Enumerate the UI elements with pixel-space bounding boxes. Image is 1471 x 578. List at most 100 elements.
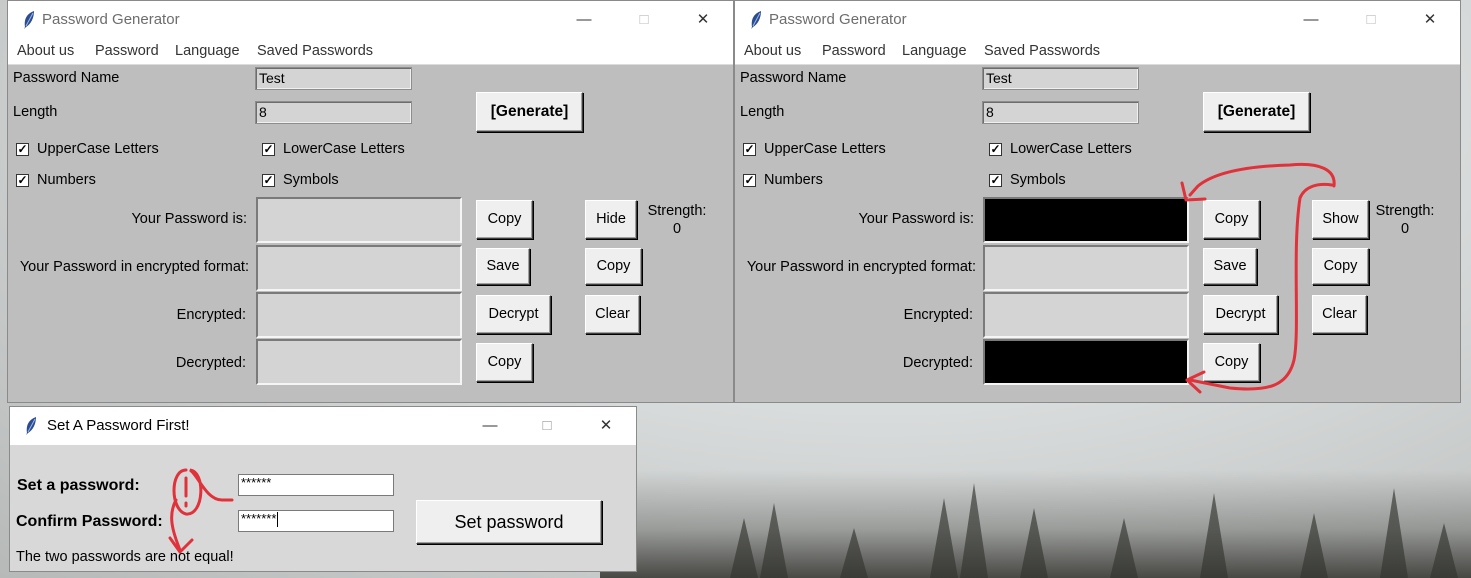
your-password-label: Your Password is: [131, 211, 247, 227]
password-name-field[interactable]: Test [982, 67, 1139, 90]
encrypted-format-field[interactable] [983, 245, 1189, 291]
close-button[interactable]: ✕ [680, 1, 726, 39]
menu-language[interactable]: Language [175, 43, 240, 59]
length-field[interactable]: 8 [982, 101, 1139, 124]
set-password-label: Set a password: [17, 477, 140, 494]
uppercase-checkbox[interactable]: ✓ [16, 143, 29, 156]
encrypted-field[interactable] [983, 292, 1189, 338]
numbers-label: Numbers [37, 172, 96, 188]
confirm-password-value: ******* [241, 511, 277, 526]
password-name-label: Password Name [740, 70, 847, 86]
maximize-button[interactable]: □ [524, 407, 570, 445]
strength-label: Strength: [647, 203, 707, 219]
title-bar: Password Generator — □ ✕ [735, 1, 1460, 39]
lowercase-checkbox[interactable]: ✓ [989, 143, 1002, 156]
menu-bar: About us Password Language Saved Passwor… [735, 39, 1460, 65]
clear-button[interactable]: Clear [585, 295, 640, 334]
uppercase-label: UpperCase Letters [764, 141, 886, 157]
set-password-button[interactable]: Set password [416, 500, 602, 544]
minimize-button[interactable]: — [561, 1, 607, 39]
strength-label: Strength: [1375, 203, 1435, 219]
decrypted-label: Decrypted: [902, 355, 973, 371]
strength-value: 0 [1400, 221, 1410, 237]
menu-bar: About us Password Language Saved Passwor… [8, 39, 733, 65]
hide-button[interactable]: Hide [585, 200, 637, 239]
numbers-checkbox[interactable]: ✓ [16, 174, 29, 187]
password-generator-window-1: Password Generator — □ ✕ About us Passwo… [7, 0, 734, 403]
encrypted-field[interactable] [256, 292, 462, 338]
show-button[interactable]: Show [1312, 200, 1369, 239]
copy-decrypted-button[interactable]: Copy [1203, 343, 1260, 382]
close-button[interactable]: ✕ [1407, 1, 1453, 39]
copy-password-button[interactable]: Copy [476, 200, 533, 239]
uppercase-checkbox[interactable]: ✓ [743, 143, 756, 156]
save-button[interactable]: Save [1203, 248, 1257, 285]
menu-password[interactable]: Password [822, 43, 886, 59]
lowercase-label: LowerCase Letters [1010, 141, 1132, 157]
lowercase-label: LowerCase Letters [283, 141, 405, 157]
password-name-label: Password Name [13, 70, 120, 86]
copy-encrypted-button[interactable]: Copy [1312, 248, 1369, 285]
password-output-field-masked[interactable] [983, 197, 1189, 243]
feather-icon [751, 11, 761, 29]
numbers-label: Numbers [764, 172, 823, 188]
generate-button[interactable]: [Generate] [476, 92, 583, 132]
feather-icon [26, 417, 36, 435]
length-field[interactable]: 8 [255, 101, 412, 124]
password-output-field[interactable] [256, 197, 462, 243]
your-password-label: Your Password is: [858, 211, 974, 227]
menu-saved-passwords[interactable]: Saved Passwords [257, 43, 373, 59]
encrypted-format-label: Your Password in encrypted format: [19, 259, 249, 275]
copy-password-button[interactable]: Copy [1203, 200, 1260, 239]
text-caret [277, 512, 279, 528]
save-button[interactable]: Save [476, 248, 530, 285]
menu-language[interactable]: Language [902, 43, 967, 59]
symbols-checkbox[interactable]: ✓ [262, 174, 275, 187]
error-message: The two passwords are not equal! [16, 549, 234, 565]
decrypted-label: Decrypted: [175, 355, 246, 371]
encrypted-format-label: Your Password in encrypted format: [746, 259, 976, 275]
copy-encrypted-button[interactable]: Copy [585, 248, 642, 285]
copy-decrypted-button[interactable]: Copy [476, 343, 533, 382]
menu-password[interactable]: Password [95, 43, 159, 59]
minimize-button[interactable]: — [1288, 1, 1334, 39]
decrypt-button[interactable]: Decrypt [476, 295, 551, 334]
symbols-label: Symbols [1010, 172, 1066, 188]
decrypted-field[interactable] [256, 339, 462, 385]
generate-button[interactable]: [Generate] [1203, 92, 1310, 132]
symbols-checkbox[interactable]: ✓ [989, 174, 1002, 187]
encrypted-format-field[interactable] [256, 245, 462, 291]
maximize-button[interactable]: □ [1348, 1, 1394, 39]
uppercase-label: UpperCase Letters [37, 141, 159, 157]
set-password-input[interactable]: ****** [238, 474, 394, 496]
menu-about-us[interactable]: About us [17, 43, 74, 59]
password-generator-window-2: Password Generator — □ ✕ About us Passwo… [734, 0, 1461, 403]
strength-value: 0 [672, 221, 682, 237]
lowercase-checkbox[interactable]: ✓ [262, 143, 275, 156]
password-name-field[interactable]: Test [255, 67, 412, 90]
dialog-title: Set A Password First! [47, 417, 190, 434]
confirm-password-label: Confirm Password: [16, 513, 163, 530]
menu-saved-passwords[interactable]: Saved Passwords [984, 43, 1100, 59]
title-bar: Password Generator — □ ✕ [8, 1, 733, 39]
minimize-button[interactable]: — [467, 407, 513, 445]
numbers-checkbox[interactable]: ✓ [743, 174, 756, 187]
symbols-label: Symbols [283, 172, 339, 188]
maximize-button[interactable]: □ [621, 1, 667, 39]
encrypted-label: Encrypted: [903, 307, 973, 323]
close-button[interactable]: ✕ [583, 407, 629, 445]
window-title: Password Generator [42, 11, 180, 28]
forest-silhouette [600, 470, 1471, 578]
title-bar: Set A Password First! — □ ✕ [10, 407, 636, 445]
set-password-dialog: Set A Password First! — □ ✕ Set a passwo… [9, 406, 637, 572]
encrypted-label: Encrypted: [176, 307, 246, 323]
decrypt-button[interactable]: Decrypt [1203, 295, 1278, 334]
confirm-password-input[interactable]: ******* [238, 510, 394, 532]
menu-about-us[interactable]: About us [744, 43, 801, 59]
window-title: Password Generator [769, 11, 907, 28]
length-label: Length [13, 104, 58, 120]
clear-button[interactable]: Clear [1312, 295, 1367, 334]
feather-icon [24, 11, 34, 29]
decrypted-field-masked[interactable] [983, 339, 1189, 385]
length-label: Length [740, 104, 785, 120]
